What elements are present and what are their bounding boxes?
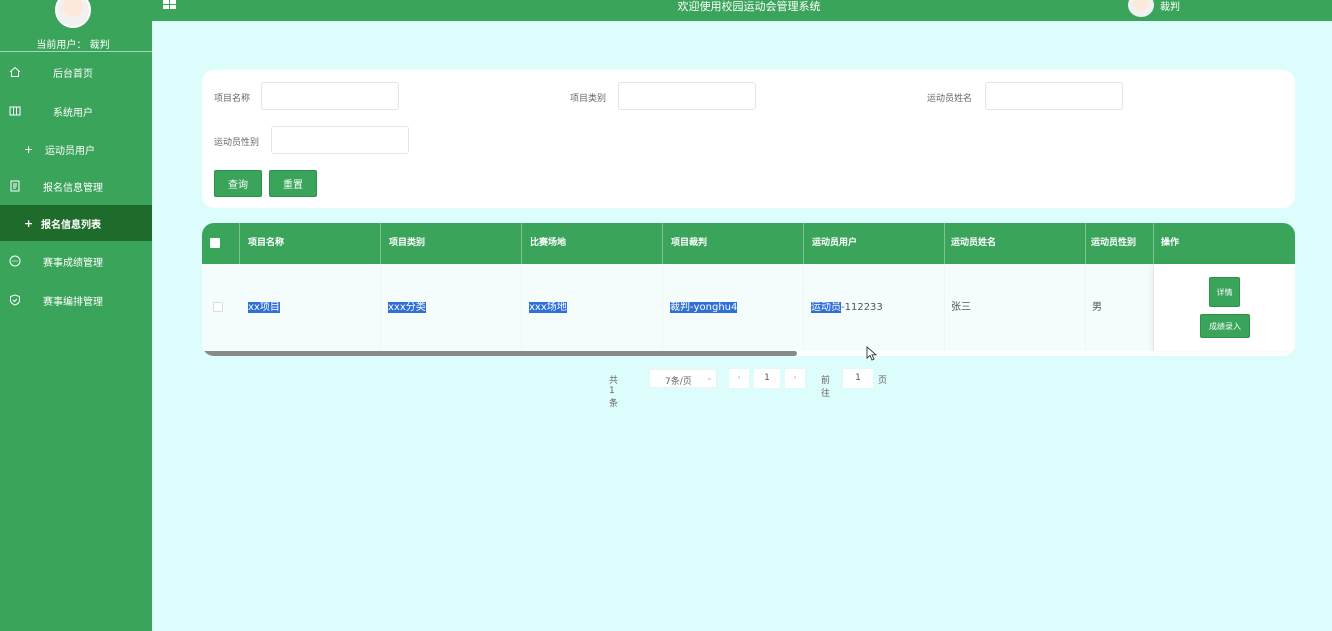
project-type-input[interactable] [618, 82, 756, 110]
actions-cell: 详情 成绩录入 [1154, 264, 1295, 351]
header-athlete-name[interactable]: 运动员姓名 [945, 223, 1086, 264]
sidebar-item-label: 报名信息管理 [43, 182, 103, 194]
sidebar-item-label: 赛事编排管理 [43, 296, 103, 308]
table-row[interactable]: xx项目 xxx分类 xxx场地 裁判-yonghu4 运动员-112233 张… [202, 264, 1295, 351]
sidebar-item-home[interactable]: 后台首页 [0, 54, 152, 90]
project-name-label: 项目名称 [214, 94, 251, 104]
sidebar-item-system-users[interactable]: 系统用户 [0, 93, 152, 129]
header-actions: 操作 [1161, 238, 1180, 248]
cell-athlete-user: 运动员-112233 [804, 264, 945, 351]
cell-athlete-name: 张三 [945, 264, 1086, 351]
header-project-type[interactable]: 项目类别 [381, 223, 522, 264]
chevron-right-icon: › [793, 373, 797, 383]
page-title: 欢迎使用校园运动会管理系统 [677, 0, 821, 13]
horizontal-scrollbar[interactable] [202, 351, 797, 356]
sidebar-item-registration-list[interactable]: + 报名信息列表 [0, 205, 152, 241]
sidebar-item-score-management[interactable]: 赛事成绩管理 [0, 243, 152, 279]
table-header: 项目名称 项目类别 比赛场地 项目裁判 运动员用户 运动员姓名 运动员性别 操作 [202, 223, 1295, 264]
mouse-cursor-icon [866, 346, 878, 361]
sidebar-divider [0, 51, 152, 52]
sidebar-item-label: 后台首页 [53, 68, 93, 80]
athlete-gender-label: 运动员性别 [214, 138, 260, 148]
prev-page-button[interactable]: ‹ [729, 369, 749, 388]
goto-label: 前往 [821, 376, 831, 399]
pagination-total: 共 1 条 [609, 376, 619, 409]
page-size-value: 7条/页 [665, 377, 692, 387]
project-name-input[interactable] [261, 82, 399, 110]
user-avatar [55, 0, 91, 28]
cell-athlete-gender: 男 [1086, 264, 1154, 351]
sidebar-item-label: 报名信息列表 [41, 219, 101, 231]
project-type-label: 项目类别 [570, 94, 607, 104]
top-avatar[interactable] [1128, 0, 1154, 17]
next-page-button[interactable]: › [785, 369, 805, 388]
cell-venue: xxx场地 [522, 264, 663, 351]
top-user-name[interactable]: 裁判 [1160, 0, 1180, 13]
header-project-name[interactable]: 项目名称 [240, 223, 381, 264]
sidebar: 当前用户： 裁判 后台首页 系统用户 + 运动员用户 报名信息管理 + 报名信息… [0, 0, 152, 631]
page-size-select[interactable]: 7条/页 ⌄ [649, 369, 717, 388]
header-athlete-gender[interactable]: 运动员性别 [1086, 223, 1154, 264]
query-button[interactable]: 查询 [214, 170, 262, 197]
cell-referee: 裁判-yonghu4 [663, 264, 804, 351]
header-athlete-user[interactable]: 运动员用户 [804, 223, 945, 264]
sidebar-item-label: 赛事成绩管理 [43, 257, 103, 269]
page-number[interactable]: 1 [754, 369, 780, 388]
page-suffix-label: 页 [878, 376, 888, 386]
detail-button[interactable]: 详情 [1209, 277, 1240, 307]
score-entry-button[interactable]: 成绩录入 [1200, 314, 1250, 338]
row-checkbox[interactable] [213, 302, 223, 312]
header-referee[interactable]: 项目裁判 [663, 223, 804, 264]
sidebar-item-label: 运动员用户 [45, 145, 95, 157]
cell-project-name: xx项目 [240, 264, 381, 351]
chevron-down-icon: ⌄ [706, 373, 713, 382]
cell-project-type: xxx分类 [381, 264, 522, 351]
header-venue[interactable]: 比赛场地 [522, 223, 663, 264]
sidebar-item-label: 系统用户 [53, 107, 93, 119]
athlete-name-input[interactable] [985, 82, 1123, 110]
top-bar: 欢迎使用校园运动会管理系统 裁判 [152, 0, 1332, 21]
search-panel: 项目名称 项目类别 运动员姓名 运动员性别 查询 重置 [202, 70, 1295, 208]
athlete-name-label: 运动员姓名 [927, 94, 973, 104]
current-user-label: 当前用户： 裁判 [36, 40, 110, 51]
goto-page-input[interactable]: 1 [843, 369, 873, 388]
reset-button[interactable]: 重置 [269, 170, 317, 197]
sidebar-item-registration-management[interactable]: 报名信息管理 [0, 168, 152, 204]
athlete-gender-input[interactable] [271, 126, 409, 154]
sidebar-item-schedule-management[interactable]: 赛事编排管理 [0, 282, 152, 318]
sidebar-item-athlete-users[interactable]: + 运动员用户 [0, 131, 152, 167]
data-table: 项目名称 项目类别 比赛场地 项目裁判 运动员用户 运动员姓名 运动员性别 操作… [202, 223, 1295, 356]
chevron-left-icon: ‹ [737, 373, 741, 383]
